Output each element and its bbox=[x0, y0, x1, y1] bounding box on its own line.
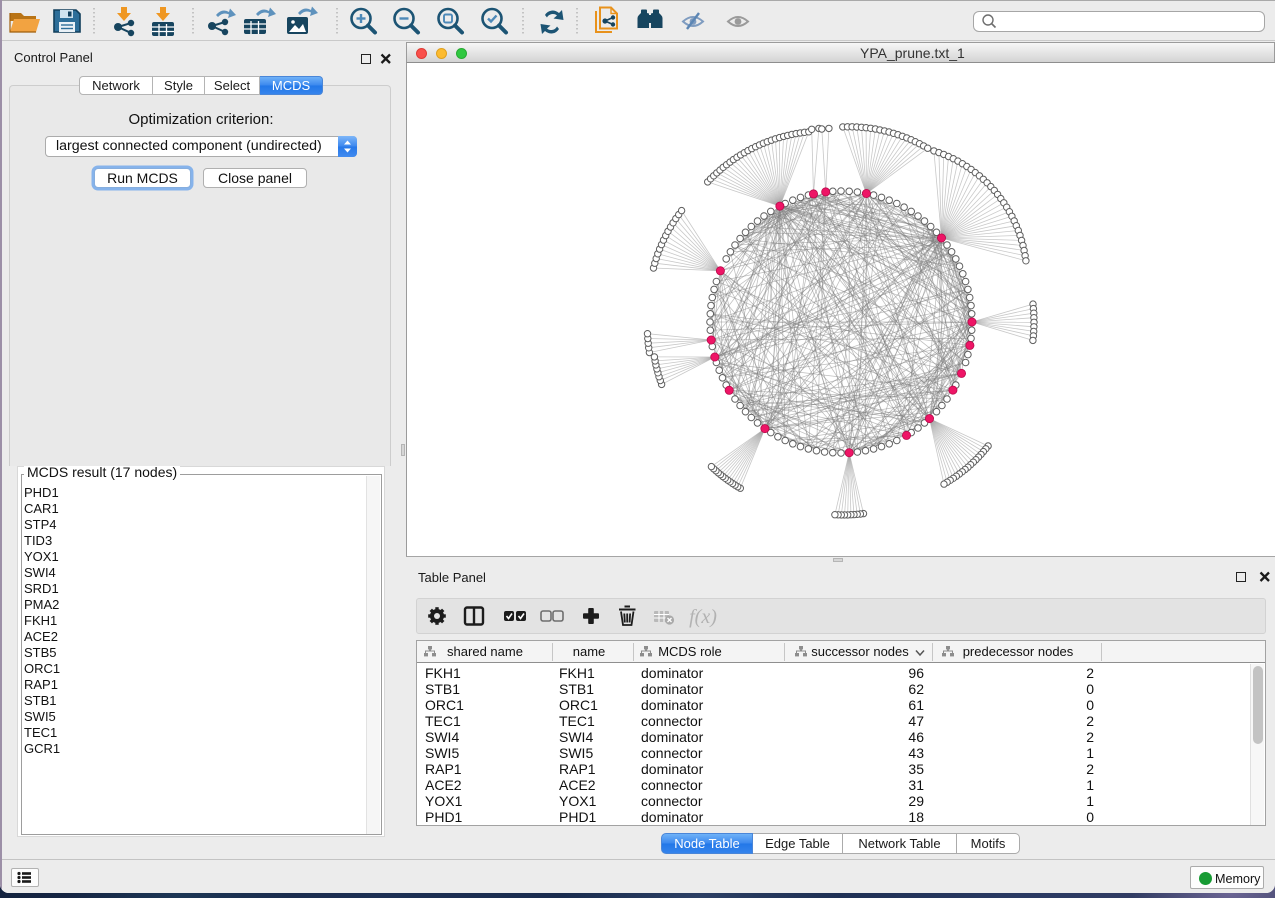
svg-text:f(x): f(x) bbox=[689, 606, 717, 628]
